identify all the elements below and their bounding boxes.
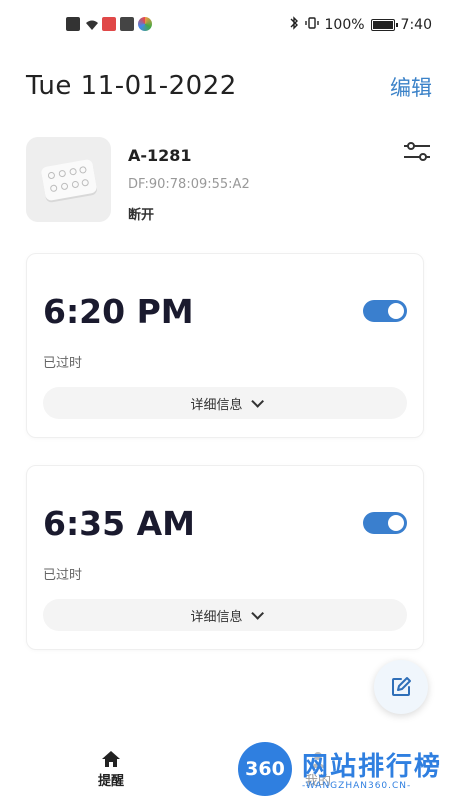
nav-item-reminders[interactable]: 提醒	[98, 750, 124, 789]
alarm-card: 6:35 AM 已过时 详细信息	[26, 465, 424, 650]
alarm-time: 6:35 AM	[43, 504, 195, 543]
battery-percent: 100%	[324, 17, 365, 33]
vibrate-icon	[304, 16, 319, 34]
user-icon	[310, 752, 326, 768]
battery-icon	[370, 19, 398, 31]
detail-label: 详细信息	[190, 609, 243, 625]
alarm-status: 已过时	[43, 356, 83, 371]
alarm-status: 已过时	[43, 568, 83, 583]
notification-icons	[66, 17, 152, 31]
bottom-nav: 提醒 我的	[0, 740, 450, 800]
add-reminder-button[interactable]	[374, 660, 428, 714]
device-image	[26, 137, 111, 222]
alarm-toggle[interactable]	[363, 300, 407, 322]
page-title-date: Tue 11-01-2022	[26, 71, 237, 101]
app-notification-icon	[102, 17, 116, 31]
colorful-app-icon	[138, 17, 152, 31]
alert-icon	[66, 17, 80, 31]
edit-icon	[392, 677, 411, 696]
bluetooth-icon	[289, 16, 299, 34]
edit-button[interactable]: 编辑	[390, 72, 432, 102]
alarm-time: 6:20 PM	[43, 292, 194, 331]
device-name: A-1281	[128, 146, 192, 165]
nav-label-reminders: 提醒	[98, 774, 125, 789]
alarm-toggle[interactable]	[363, 512, 407, 534]
chevron-down-icon	[250, 394, 264, 408]
status-bar: 100% 7:40	[0, 0, 450, 52]
detail-button[interactable]: 详细信息	[43, 387, 407, 419]
alarm-card: 6:20 PM 已过时 详细信息	[26, 253, 424, 438]
device-status: 断开	[128, 208, 155, 223]
clock: 7:40	[400, 17, 432, 33]
settings-sliders-icon[interactable]	[402, 140, 432, 164]
home-icon	[102, 751, 120, 767]
nav-label-me: 我的	[305, 774, 332, 789]
wifi-icon	[84, 17, 98, 31]
device-mac: DF:90:78:09:55:A2	[128, 177, 250, 192]
nav-item-me[interactable]: 我的	[305, 750, 331, 789]
chevron-down-icon	[250, 606, 264, 620]
pillbox-icon	[39, 158, 98, 201]
detail-button[interactable]: 详细信息	[43, 599, 407, 631]
detail-label: 详细信息	[190, 397, 243, 413]
mail-icon	[120, 17, 134, 31]
